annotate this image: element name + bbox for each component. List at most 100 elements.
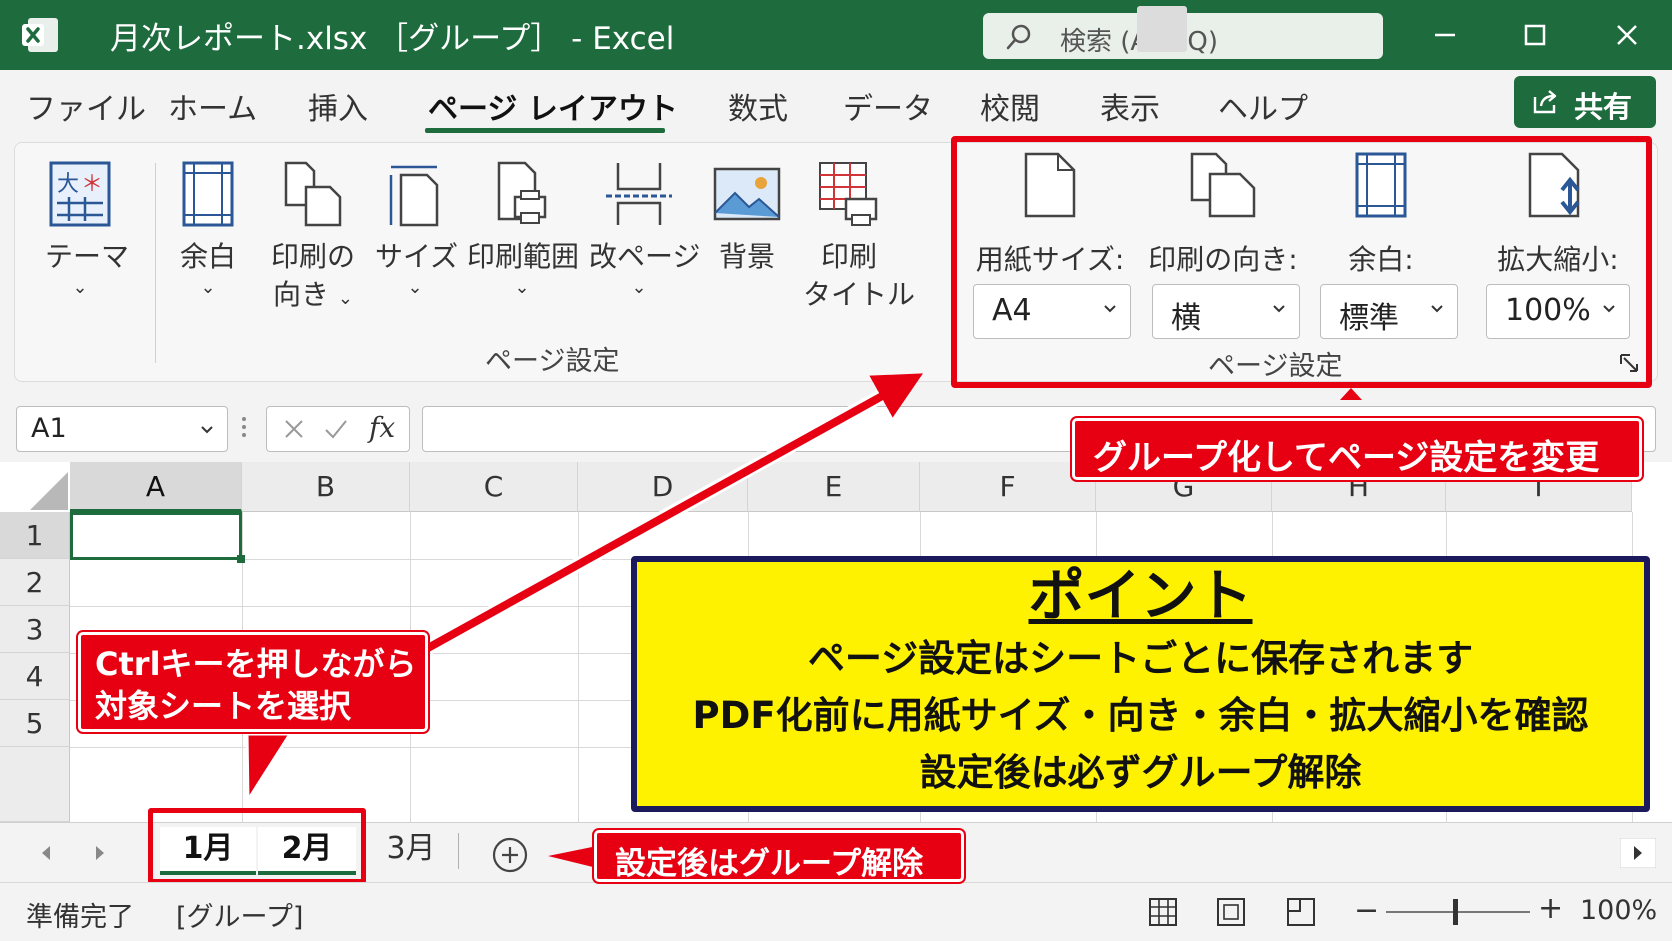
status-group: [グループ] (176, 902, 304, 933)
active-tab-indicator (425, 128, 665, 133)
point-box: ポイント ページ設定はシートごとに保存されます PDF化前に用紙サイズ・向き・余… (631, 556, 1650, 812)
print-titles-label-line2: タイトル (803, 278, 916, 311)
callout-release-group: 設定後はグループ解除 (594, 830, 964, 882)
zoom-level[interactable]: 100% (1580, 895, 1657, 926)
print-titles-icon (819, 162, 878, 226)
chevron-down-icon: ⌄ (631, 277, 647, 298)
zoom-out-button[interactable]: − (1354, 893, 1379, 928)
row-header-4[interactable]: 4 (0, 653, 70, 700)
themes-button[interactable]: 大 ＊ テーマ ⌄ (45, 161, 130, 298)
title-bar: 月次レポート.xlsx ［グループ］ - Excel 検索 (Alt+Q) (0, 0, 1672, 70)
breaks-button[interactable]: 改ページ ⌄ (589, 161, 701, 298)
scroll-right-icon[interactable] (90, 841, 110, 865)
tab-review[interactable]: 校閲 (980, 84, 1040, 128)
breaks-label: 改ページ (589, 240, 701, 273)
row-header-3[interactable]: 3 (0, 606, 70, 653)
column-header-e[interactable]: E (748, 462, 920, 512)
row-header-5[interactable]: 5 (0, 700, 70, 747)
share-label: 共有 (1574, 90, 1633, 124)
status-bar: 準備完了 [グループ] − + 100% (0, 882, 1672, 941)
tab-formulas[interactable]: 数式 (728, 84, 788, 128)
tab-data[interactable]: データ (843, 84, 933, 128)
share-button[interactable]: 共有 (1514, 76, 1656, 128)
callout-group-change: グループ化してページ設定を変更 (1072, 418, 1642, 480)
themes-icon: 大 ＊ (49, 161, 111, 227)
print-titles-label-line1: 印刷 (820, 240, 877, 273)
page-break-preview-icon[interactable] (1286, 897, 1316, 927)
print-area-button[interactable]: 印刷範囲 ⌄ (467, 161, 580, 298)
column-header-c[interactable]: C (410, 462, 578, 512)
chevron-down-icon: ⌄ (72, 277, 88, 298)
print-titles-button[interactable]: 印刷 タイトル (803, 161, 916, 313)
name-box[interactable]: A1 (16, 406, 228, 452)
margins-label: 余白 (179, 240, 236, 273)
horizontal-scroll-right-icon[interactable] (1620, 838, 1656, 868)
size-button[interactable]: サイズ ⌄ (375, 161, 459, 297)
orientation-label-line2: 向き ⌄ (272, 278, 353, 311)
page-setup-group-label: ページ設定 (485, 346, 620, 377)
minimize-icon[interactable] (1428, 18, 1462, 52)
svg-text:＊: ＊ (81, 172, 103, 197)
chevron-down-icon (201, 426, 213, 434)
orientation-button[interactable]: 印刷の 向き ⌄ (267, 161, 359, 317)
size-icon (389, 165, 439, 227)
tab-page-layout[interactable]: ページ レイアウト (428, 84, 678, 128)
status-ready: 準備完了 (26, 902, 134, 933)
ribbon-tabs: ファイル ホーム 挿入 ページ レイアウト 数式 データ 校閲 表示 ヘルプ 共… (0, 70, 1672, 142)
sheet-tab-mar[interactable]: 3月 (366, 827, 456, 875)
column-header-a[interactable]: A (70, 462, 242, 512)
orientation-icon (284, 161, 342, 227)
breaks-icon (606, 163, 672, 225)
page-layout-view-icon[interactable] (1216, 897, 1246, 927)
close-icon[interactable] (1610, 18, 1644, 52)
select-all-corner[interactable] (18, 468, 70, 512)
insert-function-button[interactable]: fx (369, 411, 395, 444)
callout-ctrl-line2: 対象シートを選択 (95, 687, 352, 725)
point-title: ポイント (1028, 564, 1253, 629)
zoom-slider-thumb[interactable] (1453, 899, 1458, 925)
tab-view[interactable]: 表示 (1100, 84, 1160, 128)
print-area-icon (497, 161, 547, 224)
svg-text:大: 大 (57, 172, 79, 197)
formula-bar-handle-icon[interactable] (240, 412, 248, 442)
add-sheet-icon[interactable] (491, 836, 529, 874)
excel-logo-icon (22, 18, 58, 52)
orientation-label-text: 向き (272, 278, 329, 311)
background-label: 背景 (718, 240, 775, 273)
zoom-in-button[interactable]: + (1538, 891, 1563, 926)
tab-insert[interactable]: 挿入 (308, 84, 368, 128)
column-header-b[interactable]: B (242, 462, 410, 512)
scroll-left-icon[interactable] (36, 841, 56, 865)
sheet-tabs-highlight-box (148, 808, 366, 884)
tab-help[interactable]: ヘルプ (1218, 84, 1308, 128)
background-button[interactable]: 背景 (707, 161, 787, 277)
callout-ctrl-select: Ctrlキーを押しながら 対象シートを選択 (78, 632, 428, 732)
enter-check-icon[interactable] (323, 416, 349, 442)
tab-home[interactable]: ホーム (168, 84, 257, 128)
page-setup-highlight-box (951, 136, 1652, 388)
active-cell-a1[interactable] (70, 512, 245, 563)
fill-handle[interactable] (237, 555, 245, 563)
themes-label: テーマ (45, 240, 130, 273)
chevron-down-icon: ⌄ (514, 277, 530, 298)
tab-file[interactable]: ファイル (26, 84, 146, 128)
callout-ctrl-line1: Ctrlキーを押しながら (95, 645, 417, 683)
size-label: サイズ (375, 240, 459, 273)
row-header-1[interactable]: 1 (0, 512, 70, 559)
share-icon (1533, 90, 1557, 114)
row-header-blank (0, 747, 70, 822)
group-divider (155, 163, 156, 363)
normal-view-icon[interactable] (1148, 897, 1178, 927)
active-view-highlight (1137, 6, 1187, 52)
tab-separator (458, 833, 459, 869)
search-icon (1006, 24, 1031, 50)
cancel-icon[interactable] (281, 416, 307, 442)
margins-icon (182, 161, 234, 227)
maximize-icon[interactable] (1518, 18, 1552, 52)
row-header-2[interactable]: 2 (0, 559, 70, 606)
column-header-d[interactable]: D (578, 462, 748, 512)
column-header-f[interactable]: F (920, 462, 1096, 512)
margins-button[interactable]: 余白 ⌄ (173, 161, 243, 297)
zoom-slider-track[interactable] (1386, 911, 1530, 913)
print-area-label: 印刷範囲 (467, 240, 580, 273)
